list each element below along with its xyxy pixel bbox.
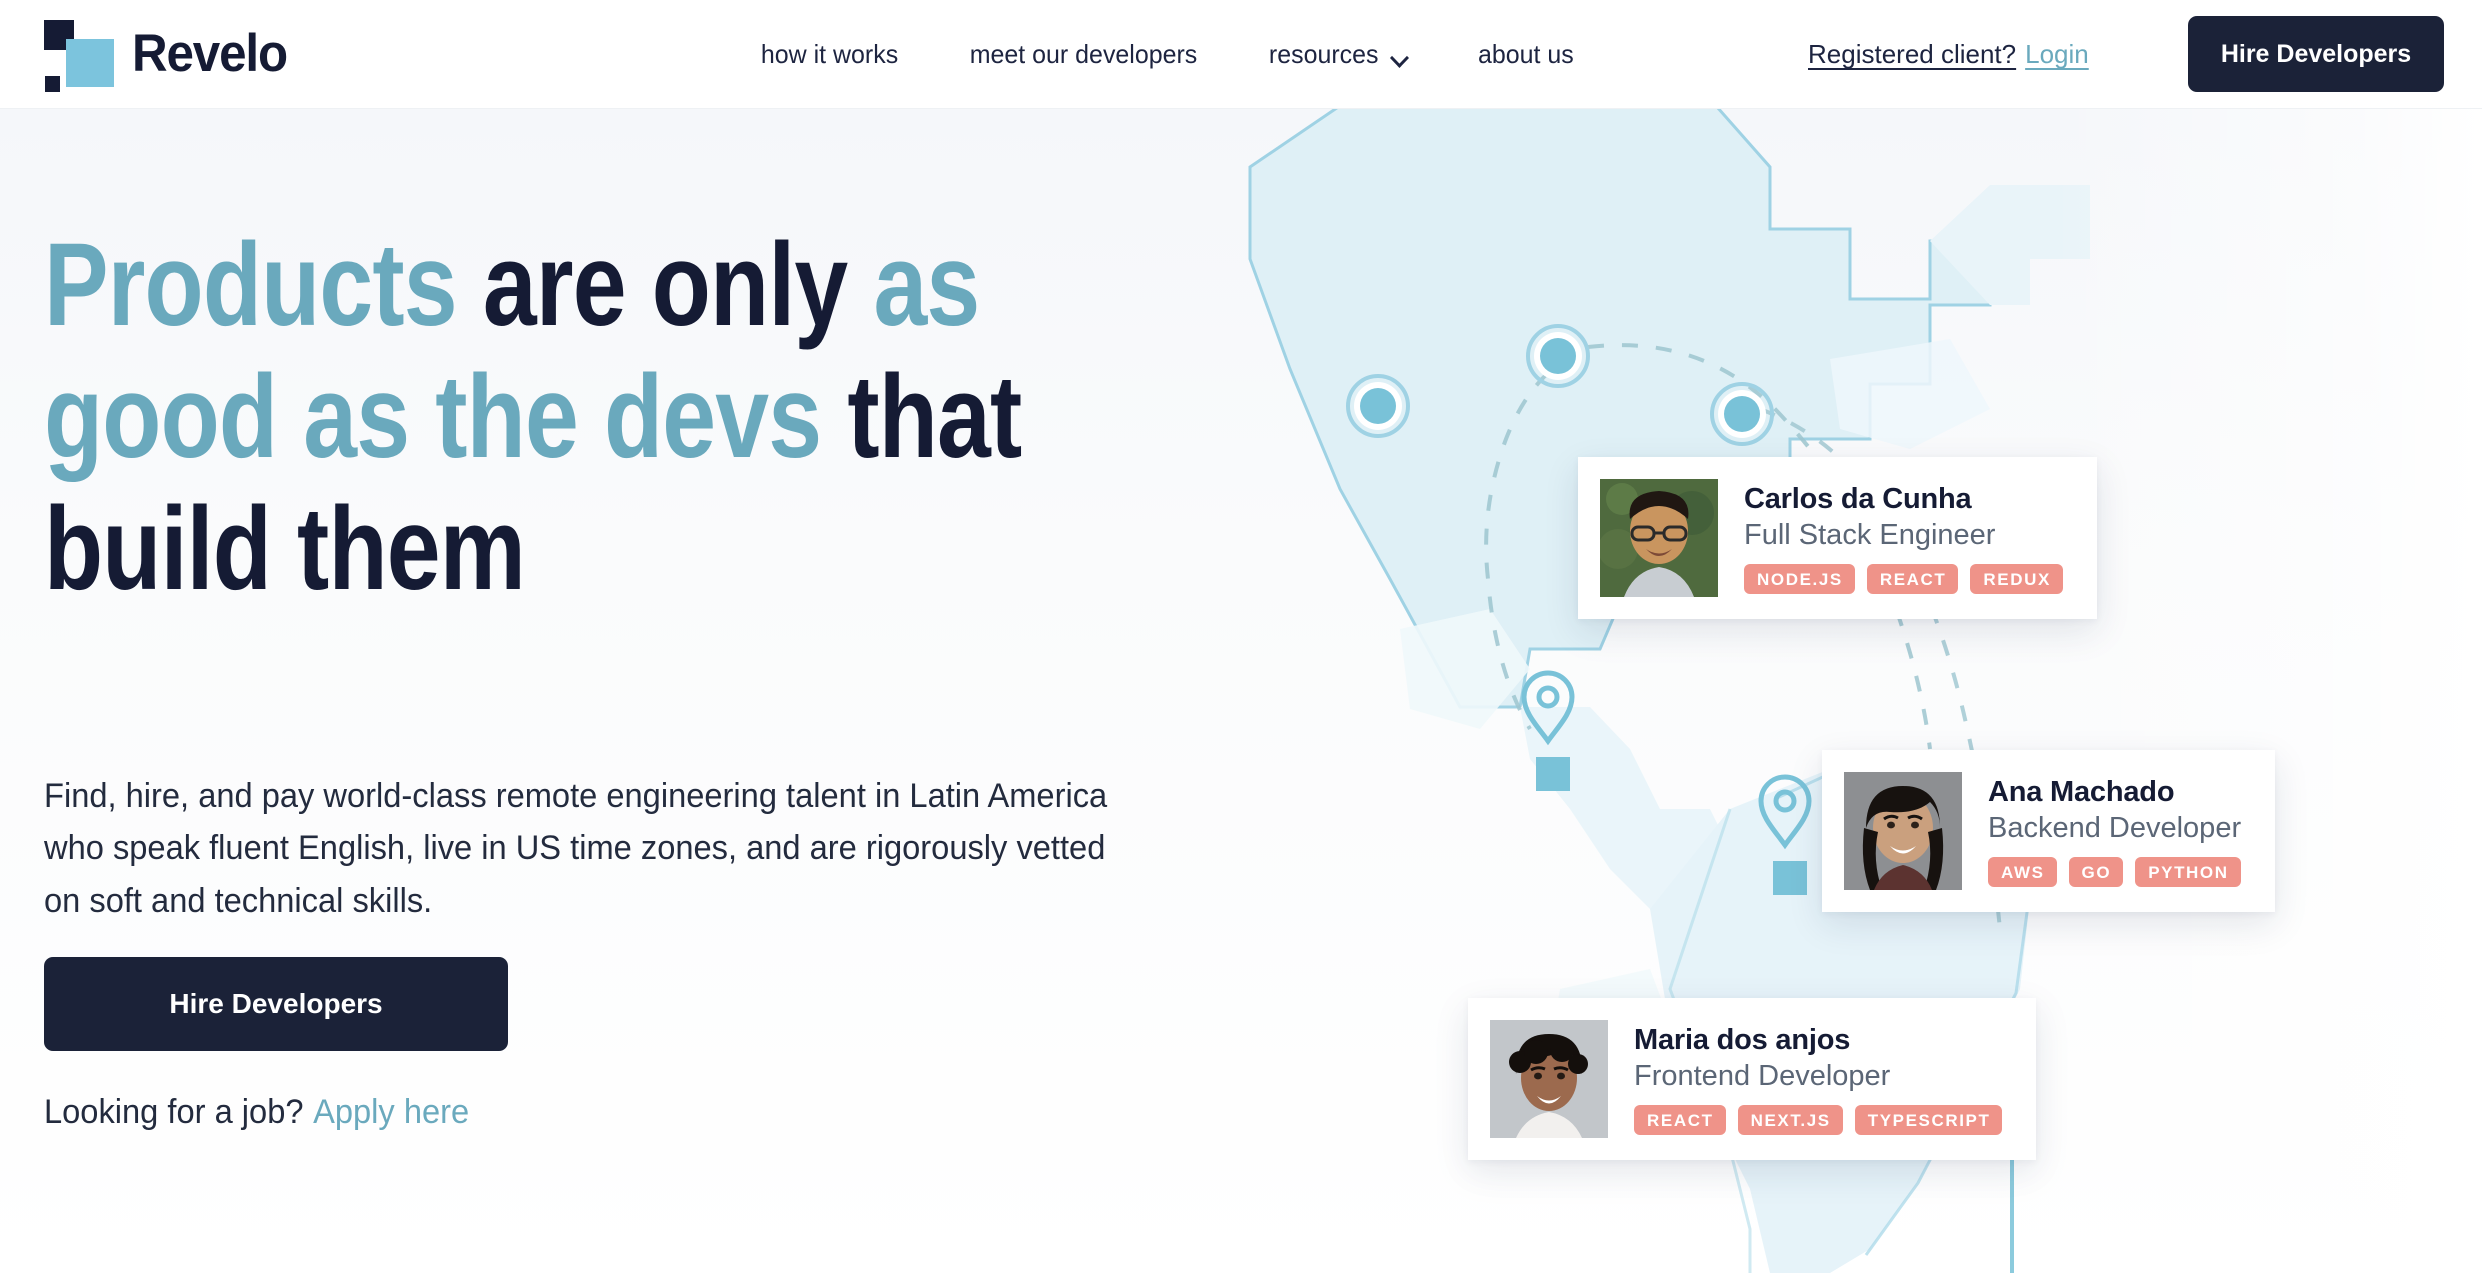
developer-name: Ana Machado [1988,775,2175,808]
hire-developers-hero-button[interactable]: Hire Developers [44,957,508,1051]
page-title: Products are only as good as the devs th… [44,219,1225,615]
skill-tag: AWS [1988,857,2057,888]
developer-name: Maria dos anjos [1634,1023,1851,1056]
logo-square-blue [66,39,114,87]
nav-item-label: how it works [760,39,899,69]
skill-tag: GO [2068,857,2124,888]
revelo-squares-logo-icon [44,14,122,92]
nav-item-resources[interactable]: resources [1238,39,1440,70]
skill-tag: NEXT.JS [1737,1105,1843,1136]
developer-info: Ana Machado Backend Developer AWS GO PYT… [1988,775,2242,888]
hire-developers-nav-button[interactable]: Hire Developers [2188,16,2444,92]
skill-tag: NODE.JS [1744,564,1855,595]
developer-name: Carlos da Cunha [1744,482,1972,515]
logo-square-dark-small [45,76,60,92]
site-header: Revelo how it works meet our developers … [0,0,2482,109]
logo[interactable]: Revelo [44,14,299,92]
skill-tag: REACT [1634,1105,1726,1136]
developer-role: Frontend Developer [1634,1059,1891,1092]
developer-role: Full Stack Engineer [1744,518,1996,551]
primary-nav: how it works meet our developers resourc… [726,0,1608,109]
skill-tag: REACT [1866,564,1959,595]
nav-item-meet-our-developers[interactable]: meet our developers [939,39,1228,70]
hero-section: Products are only as good as the devs th… [0,109,2482,1273]
headline-part-2: are only [482,219,874,351]
job-seeker-line: Looking for a job? Apply here [44,1093,469,1132]
nav-item-label: meet our developers [969,39,1198,69]
skill-tag: PYTHON [2135,857,2241,888]
hero-content: Products are only as good as the devs th… [44,219,1225,1131]
apply-here-link[interactable]: Apply here [313,1093,469,1131]
nav-item-about-us[interactable]: about us [1448,39,1605,70]
developer-info: Maria dos anjos Frontend Developer REACT… [1634,1023,2003,1136]
nav-item-label: about us [1478,39,1574,69]
headline-part-1: Products [44,219,483,351]
skill-tags: NODE.JS REACT REDUX [1744,564,2063,595]
skill-tag: REDUX [1970,564,2063,595]
chevron-down-icon [1392,51,1409,62]
developer-role: Backend Developer [1988,811,2242,844]
registered-client-login[interactable]: Registered client? Login [1808,0,2089,109]
logo-wordmark: Revelo [132,23,288,83]
registered-client-text: Registered client? [1808,39,2017,69]
job-prompt-text: Looking for a job? [44,1093,304,1131]
developer-card[interactable]: Ana Machado Backend Developer AWS GO PYT… [1822,750,2276,912]
avatar [1844,772,1962,890]
nav-item-how-it-works[interactable]: how it works [730,39,929,70]
skill-tag: TYPESCRIPT [1854,1105,2003,1136]
avatar [1600,479,1718,597]
login-link[interactable]: Login [2025,39,2089,70]
skill-tags: REACT NEXT.JS TYPESCRIPT [1634,1105,2003,1136]
avatar [1490,1020,1608,1138]
skill-tags: AWS GO PYTHON [1988,857,2241,888]
developer-info: Carlos da Cunha Full Stack Engineer NODE… [1744,482,2063,595]
developer-card[interactable]: Carlos da Cunha Full Stack Engineer NODE… [1578,457,2097,619]
hero-subcopy: Find, hire, and pay world-class remote e… [44,777,1108,920]
nav-item-label: resources [1269,39,1379,69]
developer-card[interactable]: Maria dos anjos Frontend Developer REACT… [1468,998,2037,1160]
